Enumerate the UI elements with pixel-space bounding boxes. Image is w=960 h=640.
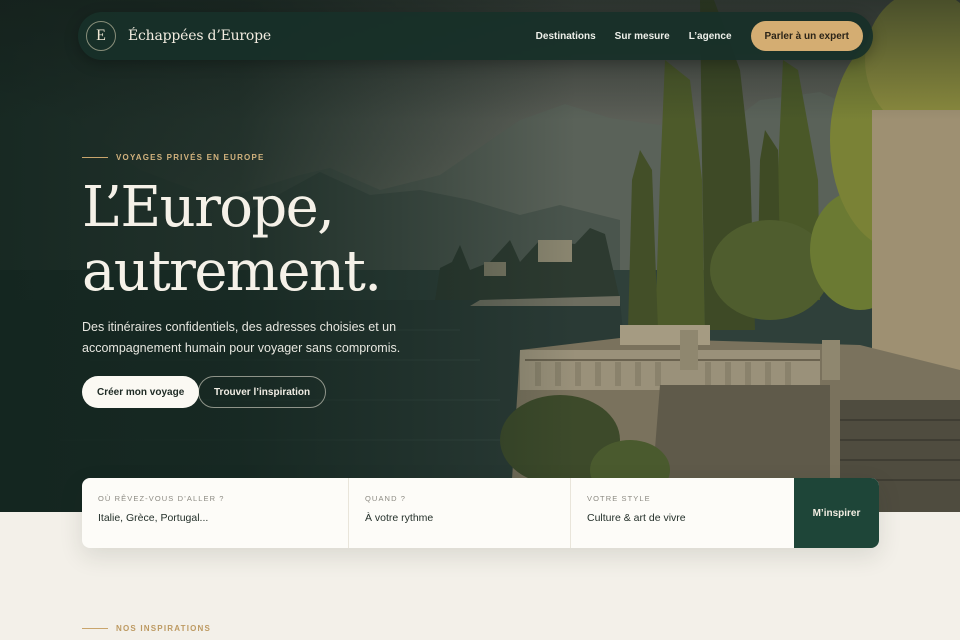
brand-name[interactable]: Échappées d’Europe [128,28,271,44]
destination-value[interactable]: Italie, Grèce, Portugal... [98,512,332,524]
hero-eyebrow: VOYAGES PRIVÉS EN EUROPE [82,153,265,162]
hero-eyebrow-text: VOYAGES PRIVÉS EN EUROPE [116,153,265,162]
nav-link-destinations[interactable]: Destinations [536,31,596,42]
hero-intro: Des itinéraires confidentiels, des adres… [82,320,401,355]
destination-label: OÙ RÊVEZ-VOUS D’ALLER ? [98,494,225,503]
destination-field[interactable]: OÙ RÊVEZ-VOUS D’ALLER ? Italie, Grèce, P… [82,478,349,548]
section-divider [82,628,108,629]
create-trip-button[interactable]: Créer mon voyage [82,376,200,408]
headline-line-1: L’Europe, [82,175,335,240]
style-label: VOTRE STYLE [587,494,651,503]
hero-headline: L’Europe, autrement. [82,175,382,304]
nav-links: Destinations Sur mesure L’agence Parler … [536,21,863,51]
find-inspiration-button[interactable]: Trouver l’inspiration [198,376,327,408]
inspire-me-button[interactable]: M’inspirer [794,478,879,548]
logo-mark[interactable]: E [86,21,116,51]
inspirations-eyebrow-text: NOS INSPIRATIONS [116,624,212,633]
talk-to-expert-button[interactable]: Parler à un expert [750,21,863,51]
style-field[interactable]: VOTRE STYLE Culture & art de vivre [571,478,794,548]
trip-search-bar: OÙ RÊVEZ-VOUS D’ALLER ? Italie, Grèce, P… [82,478,879,548]
nav-link-sur-mesure[interactable]: Sur mesure [615,31,670,42]
when-value[interactable]: À votre rythme [365,512,554,524]
top-navbar: E Échappées d’Europe Destinations Sur me… [78,12,873,60]
eyebrow-divider [82,157,108,158]
inspirations-eyebrow: NOS INSPIRATIONS [82,624,211,633]
style-value[interactable]: Culture & art de vivre [587,512,778,524]
headline-line-2: autrement. [82,239,382,304]
when-label: QUAND ? [365,494,407,503]
when-field[interactable]: QUAND ? À votre rythme [349,478,571,548]
nav-link-agence[interactable]: L’agence [689,31,732,42]
